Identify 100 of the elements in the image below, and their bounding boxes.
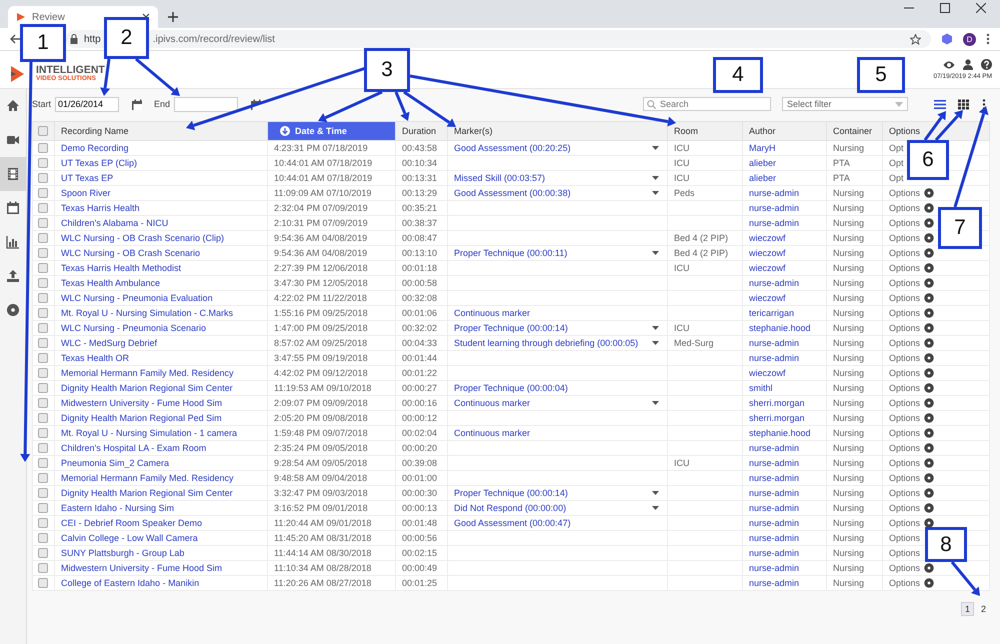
settings-icon[interactable] (924, 353, 934, 363)
caret-icon[interactable] (652, 491, 659, 495)
page-link[interactable]: 2 (976, 602, 990, 616)
caret-icon[interactable] (652, 401, 659, 405)
search-field[interactable]: Search (643, 97, 771, 111)
options-text[interactable]: Options (889, 563, 920, 573)
options-text[interactable]: Options (889, 533, 920, 543)
start-date-field[interactable]: 01/26/2014 (55, 96, 120, 112)
calendar-icon[interactable] (131, 98, 142, 110)
options-text[interactable]: Options (889, 233, 920, 243)
checkbox[interactable] (38, 338, 48, 348)
options-text[interactable]: Opt (889, 173, 904, 183)
checkbox[interactable] (38, 428, 48, 438)
checkbox[interactable] (38, 143, 48, 153)
recording-link[interactable]: UT Texas EP (61, 173, 114, 183)
settings-icon[interactable] (924, 578, 934, 588)
checkbox[interactable] (38, 218, 48, 228)
settings-icon[interactable] (924, 338, 934, 348)
star-icon[interactable] (910, 34, 921, 44)
settings-icon[interactable] (924, 308, 934, 318)
sidebar-item[interactable] (0, 157, 26, 191)
settings-icon[interactable] (924, 293, 934, 303)
user-icon[interactable] (963, 59, 973, 70)
checkbox[interactable] (38, 353, 48, 363)
settings-icon[interactable] (924, 368, 934, 378)
options-text[interactable]: Options (889, 218, 920, 228)
options-text[interactable]: Options (889, 353, 920, 363)
checkbox[interactable] (38, 398, 48, 408)
options-text[interactable]: Options (889, 548, 920, 558)
page-link[interactable]: 1 (960, 602, 974, 616)
options-text[interactable]: Options (889, 338, 920, 348)
checkbox[interactable] (38, 488, 48, 498)
checkbox[interactable] (38, 533, 48, 543)
end-date-field[interactable] (174, 96, 238, 112)
options-text[interactable]: Options (889, 203, 920, 213)
options-text[interactable]: Options (889, 293, 920, 303)
checkbox[interactable] (38, 248, 48, 258)
column-header[interactable]: Author (749, 126, 776, 136)
hexagon-icon[interactable] (941, 33, 953, 45)
checkbox[interactable] (38, 173, 48, 183)
close-icon[interactable] (976, 3, 986, 13)
help-icon[interactable] (981, 59, 992, 70)
options-text[interactable]: Options (889, 503, 920, 513)
options-text[interactable]: Options (889, 383, 920, 393)
column-header[interactable]: Options (889, 126, 920, 136)
checkbox[interactable] (38, 458, 48, 468)
options-text[interactable]: Options (889, 443, 920, 453)
options-text[interactable]: Opt (889, 143, 904, 153)
checkbox[interactable] (38, 473, 48, 483)
filter-select[interactable]: Select filter (782, 97, 908, 111)
options-text[interactable]: Options (889, 188, 920, 198)
checkbox[interactable] (38, 413, 48, 423)
settings-icon[interactable] (924, 233, 934, 243)
author-link[interactable]: smithl (749, 383, 773, 393)
options-text[interactable]: Options (889, 428, 920, 438)
checkbox[interactable] (38, 383, 48, 393)
recording-link[interactable]: Spoon River (61, 188, 111, 198)
caret-icon[interactable] (652, 326, 659, 330)
options-text[interactable]: Options (889, 278, 920, 288)
checkbox[interactable] (38, 233, 48, 243)
settings-icon[interactable] (924, 398, 934, 408)
checkbox[interactable] (38, 578, 48, 588)
settings-icon[interactable] (924, 473, 934, 483)
options-text[interactable]: Options (889, 458, 920, 468)
options-text[interactable]: Options (889, 413, 920, 423)
settings-icon[interactable] (924, 503, 934, 513)
options-text[interactable]: Options (889, 368, 920, 378)
checkbox[interactable] (38, 368, 48, 378)
checkbox[interactable] (38, 203, 48, 213)
settings-icon[interactable] (924, 188, 934, 198)
settings-icon[interactable] (924, 563, 934, 573)
caret-icon[interactable] (652, 191, 659, 195)
settings-icon[interactable] (924, 443, 934, 453)
settings-icon[interactable] (924, 323, 934, 333)
checkbox[interactable] (38, 563, 48, 573)
maximize-icon[interactable] (940, 3, 950, 13)
profile-avatar[interactable]: D (963, 32, 976, 46)
options-text[interactable]: Opt (889, 158, 904, 168)
caret-icon[interactable] (652, 506, 659, 510)
grid-view-icon[interactable] (958, 98, 970, 110)
more-icon[interactable] (986, 33, 990, 45)
options-text[interactable]: Options (889, 578, 920, 588)
settings-icon[interactable] (924, 413, 934, 423)
settings-icon[interactable] (924, 458, 934, 468)
column-header[interactable]: Recording Name (61, 126, 129, 136)
checkbox[interactable] (38, 518, 48, 528)
options-text[interactable]: Options (889, 473, 920, 483)
settings-icon[interactable] (924, 248, 934, 258)
sorted-column-header[interactable]: Date & Time (268, 122, 396, 140)
caret-icon[interactable] (652, 251, 659, 255)
settings-icon[interactable] (924, 278, 934, 288)
new-tab-icon[interactable] (168, 12, 178, 22)
checkbox[interactable] (38, 188, 48, 198)
options-text[interactable]: Options (889, 323, 920, 333)
checkbox[interactable] (38, 548, 48, 558)
settings-icon[interactable] (924, 428, 934, 438)
checkbox[interactable] (38, 503, 48, 513)
settings-icon[interactable] (924, 488, 934, 498)
column-header[interactable]: Marker(s) (454, 126, 492, 136)
list-view-icon[interactable] (934, 98, 946, 110)
